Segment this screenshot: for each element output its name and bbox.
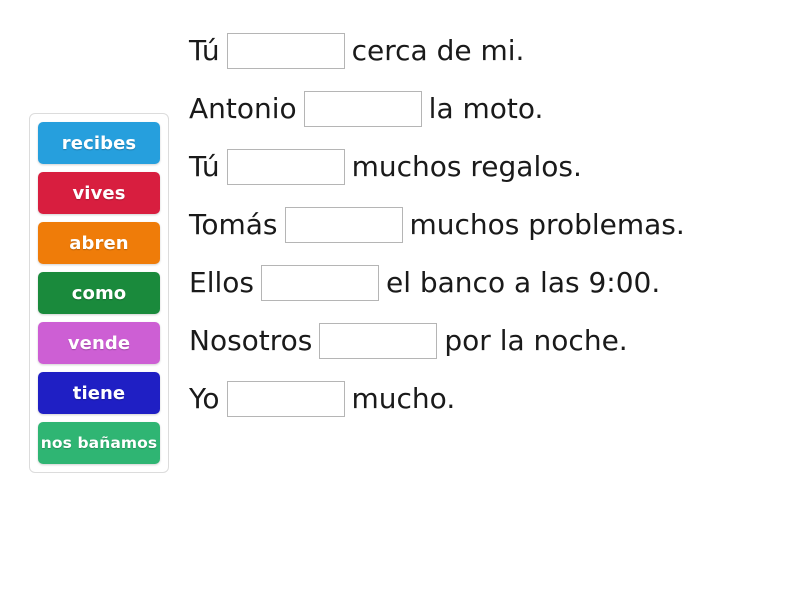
sentence-3-drop-blank[interactable]	[226, 149, 345, 185]
sentence-5: Ellos el banco a las 9:00.	[189, 265, 769, 301]
sentence-6-suffix-text: por la noche.	[444, 324, 628, 357]
sentence-7: Yo mucho.	[189, 381, 769, 417]
sentence-7-prefix-text: Yo	[189, 382, 220, 415]
sentence-1-prefix-text: Tú	[189, 34, 220, 67]
sentence-2-suffix-text: la moto.	[428, 92, 544, 125]
sentence-2-prefix-text: Antonio	[189, 92, 297, 125]
drag-and-drop-exercise: recibes vives abren como vende tiene nos bañam…	[0, 0, 800, 600]
word-tile-tiene[interactable]: tiene	[38, 372, 160, 414]
sentence-4-suffix-text: muchos problemas.	[409, 208, 685, 241]
word-tile-vives[interactable]: vives	[38, 172, 160, 214]
word-tile-vende[interactable]: vende	[38, 322, 160, 364]
sentence-6-prefix-text: Nosotros	[189, 324, 313, 357]
word-tile-abren[interactable]: abren	[38, 222, 160, 264]
word-tile-nos-bañamos[interactable]: nos bañamos	[38, 422, 160, 464]
sentence-5-drop-blank[interactable]	[260, 265, 379, 301]
sentence-3-suffix-text: muchos regalos.	[351, 150, 582, 183]
sentence-1-suffix-text: cerca de mi.	[351, 34, 525, 67]
word-tile-recibes[interactable]: recibes	[38, 122, 160, 164]
sentence-7-drop-blank[interactable]	[226, 381, 345, 417]
word-tile-como[interactable]: como	[38, 272, 160, 314]
sentence-5-suffix-text: el banco a las 9:00.	[385, 266, 661, 299]
sentence-3-prefix-text: Tú	[189, 150, 220, 183]
sentence-4-prefix-text: Tomás	[189, 208, 278, 241]
sentence-list: Tú cerca de mi. Antonio la moto. Tú muchos re…	[189, 33, 769, 417]
sentence-7-suffix-text: mucho.	[351, 382, 456, 415]
sentence-1: Tú cerca de mi.	[189, 33, 769, 69]
sentence-2-drop-blank[interactable]	[303, 91, 422, 127]
sentence-6: Nosotros por la noche.	[189, 323, 769, 359]
sentence-4: Tomás muchos problemas.	[189, 207, 769, 243]
sentence-4-drop-blank[interactable]	[284, 207, 403, 243]
sentence-3: Tú muchos regalos.	[189, 149, 769, 185]
sentence-5-prefix-text: Ellos	[189, 266, 254, 299]
word-bank-panel: recibes vives abren como vende tiene nos bañam…	[29, 113, 169, 473]
sentence-6-drop-blank[interactable]	[319, 323, 438, 359]
sentence-2: Antonio la moto.	[189, 91, 769, 127]
sentence-1-drop-blank[interactable]	[226, 33, 345, 69]
